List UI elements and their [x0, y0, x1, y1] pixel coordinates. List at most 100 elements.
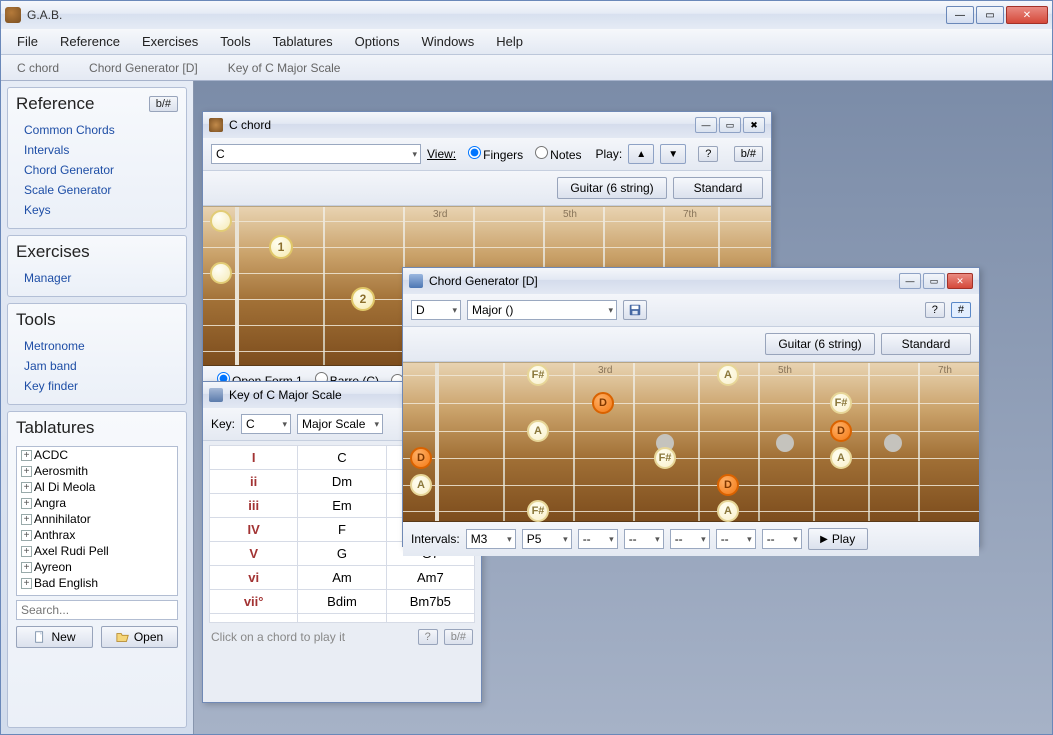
gen-close-button[interactable]: ✕ — [947, 273, 973, 289]
menu-tablatures[interactable]: Tablatures — [263, 30, 343, 53]
new-button[interactable]: New — [16, 626, 93, 648]
tree-item-ayreon[interactable]: +Ayreon — [17, 559, 177, 575]
play-label: Play: — [596, 147, 623, 161]
link-intervals[interactable]: Intervals — [24, 140, 178, 160]
new-file-icon — [33, 630, 47, 644]
reference-panel: Reference b/# Common Chords Intervals Ch… — [7, 87, 187, 229]
notes-radio[interactable]: Notes — [529, 146, 581, 162]
link-keys[interactable]: Keys — [24, 200, 178, 220]
menu-options[interactable]: Options — [345, 30, 410, 53]
key-label: Key: — [211, 417, 235, 431]
tree-item-anthrax[interactable]: +Anthrax — [17, 527, 177, 543]
tools-title: Tools — [16, 310, 56, 330]
tab-c-chord[interactable]: C chord — [11, 57, 65, 79]
link-chord-generator[interactable]: Chord Generator — [24, 160, 178, 180]
scale-type-select[interactable]: Major Scale — [297, 414, 383, 434]
main-window: G.A.B. — ▭ ✕ File Reference Exercises To… — [0, 0, 1053, 735]
nut — [235, 207, 239, 365]
interval-6[interactable]: -- — [716, 529, 756, 549]
menu-help[interactable]: Help — [486, 30, 533, 53]
mdi-area: C chord — ▭ ✖ C View: Fingers Notes Play… — [193, 81, 1052, 734]
play-down-button[interactable]: ▼ — [660, 144, 686, 164]
child-close-button[interactable]: ✖ — [743, 117, 765, 133]
gen-tuning-button[interactable]: Standard — [881, 333, 971, 355]
tuning-button[interactable]: Standard — [673, 177, 763, 199]
menu-reference[interactable]: Reference — [50, 30, 130, 53]
help-button[interactable]: ? — [698, 146, 718, 162]
fret-label-5: 5th — [563, 209, 577, 220]
tree-item-angra[interactable]: +Angra — [17, 495, 177, 511]
tools-panel: Tools Metronome Jam band Key finder — [7, 303, 187, 405]
interval-1[interactable]: M3 — [466, 529, 516, 549]
sharp-toggle-button[interactable]: # — [951, 302, 971, 318]
minimize-button[interactable]: — — [946, 6, 974, 24]
tablatures-tree[interactable]: +ACDC +Aerosmith +Al Di Meola +Angra +An… — [16, 446, 178, 596]
note-a-e6: A — [717, 500, 739, 522]
flat-sharp-toggle[interactable]: b/# — [149, 96, 178, 112]
child-maximize-button[interactable]: ▭ — [719, 117, 741, 133]
maximize-button[interactable]: ▭ — [976, 6, 1004, 24]
key-select[interactable]: C — [241, 414, 291, 434]
chord-select[interactable]: C — [211, 144, 421, 164]
close-button[interactable]: ✕ — [1006, 6, 1048, 24]
menu-tools[interactable]: Tools — [210, 30, 260, 53]
fingers-radio[interactable]: Fingers — [462, 146, 523, 162]
link-manager[interactable]: Manager — [24, 268, 178, 288]
tablatures-title: Tablatures — [16, 418, 94, 438]
gen-help-button[interactable]: ? — [925, 302, 945, 318]
guitar-icon — [209, 118, 223, 132]
menu-windows[interactable]: Windows — [411, 30, 484, 53]
chord-generator-window: Chord Generator [D] — ▭ ✕ D Major () ? — [402, 267, 980, 547]
interval-7[interactable]: -- — [762, 529, 802, 549]
instrument-button[interactable]: Guitar (6 string) — [557, 177, 667, 199]
gen-minimize-button[interactable]: — — [899, 273, 921, 289]
interval-2[interactable]: P5 — [522, 529, 572, 549]
chord-generator-fretboard[interactable]: 3rd 5th 7th D A F# — [403, 362, 979, 522]
gen-maximize-button[interactable]: ▭ — [923, 273, 945, 289]
fret-marker-5 — [776, 434, 794, 452]
tree-item-bad-english[interactable]: +Bad English — [17, 575, 177, 591]
link-scale-generator[interactable]: Scale Generator — [24, 180, 178, 200]
interval-3[interactable]: -- — [578, 529, 618, 549]
chord-generator-title: Chord Generator [D] — [429, 274, 538, 288]
tree-item-al-di-meola[interactable]: +Al Di Meola — [17, 479, 177, 495]
tree-item-axel-rudi-pell[interactable]: +Axel Rudi Pell — [17, 543, 177, 559]
open-button[interactable]: Open — [101, 626, 178, 648]
reference-title: Reference — [16, 94, 94, 114]
scale-row-7[interactable]: vii°BdimBm7b5 — [210, 590, 475, 614]
save-button[interactable] — [623, 300, 647, 320]
c-chord-title: C chord — [229, 118, 271, 132]
flat-sharp-button[interactable]: b/# — [734, 146, 763, 162]
tree-item-acdc[interactable]: +ACDC — [17, 447, 177, 463]
link-common-chords[interactable]: Common Chords — [24, 120, 178, 140]
root-select[interactable]: D — [411, 300, 461, 320]
scale-flat-sharp-button[interactable]: b/# — [444, 629, 473, 645]
gen-instrument-button[interactable]: Guitar (6 string) — [765, 333, 875, 355]
tab-key-of-c[interactable]: Key of C Major Scale — [222, 57, 347, 79]
menu-file[interactable]: File — [7, 30, 48, 53]
hint-text: Click on a chord to play it — [211, 630, 345, 644]
play-up-button[interactable]: ▲ — [628, 144, 654, 164]
interval-5[interactable]: -- — [670, 529, 710, 549]
link-metronome[interactable]: Metronome — [24, 336, 178, 356]
chord-type-select[interactable]: Major () — [467, 300, 617, 320]
scale-help-button[interactable]: ? — [418, 629, 438, 645]
menu-exercises[interactable]: Exercises — [132, 30, 208, 53]
play-button[interactable]: ▶ Play — [808, 528, 868, 550]
note-d-b: D — [592, 392, 614, 414]
scale-icon — [209, 388, 223, 402]
link-key-finder[interactable]: Key finder — [24, 376, 178, 396]
search-input[interactable] — [16, 600, 178, 620]
scale-row-6[interactable]: viAmAm7 — [210, 566, 475, 590]
link-jam-band[interactable]: Jam band — [24, 356, 178, 376]
tab-chord-generator[interactable]: Chord Generator [D] — [83, 57, 204, 79]
intervals-label: Intervals: — [411, 532, 460, 546]
note-fs-e6: F# — [527, 500, 549, 522]
tree-item-annihilator[interactable]: +Annihilator — [17, 511, 177, 527]
menu-bar: File Reference Exercises Tools Tablature… — [1, 29, 1052, 55]
tree-item-aerosmith[interactable]: +Aerosmith — [17, 463, 177, 479]
note-open-a: A — [410, 474, 432, 496]
note-fs-e1: F# — [527, 364, 549, 386]
child-minimize-button[interactable]: — — [695, 117, 717, 133]
interval-4[interactable]: -- — [624, 529, 664, 549]
